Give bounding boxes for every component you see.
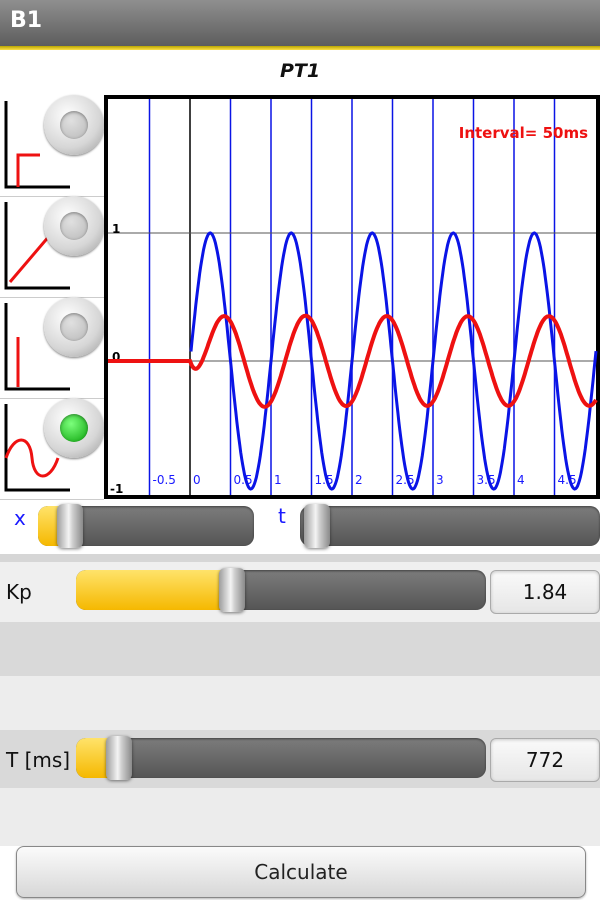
x-tick-label: 2.5 (396, 473, 415, 487)
t-ms-label: T [ms] (6, 748, 71, 772)
mode-sine[interactable] (0, 398, 104, 500)
y-tick-1: 1 (112, 222, 120, 236)
calculate-button[interactable]: Calculate (16, 846, 586, 898)
x-tick-label: 3 (436, 473, 444, 487)
mode-step[interactable] (0, 95, 104, 197)
response-plot: 1 0 -1 -0.5 0 0.5 1 1.5 2 2.5 3 3.5 4 4.5 Interval… (104, 95, 600, 499)
interval-label: Interval= 50ms (459, 124, 588, 142)
t-label: t (278, 504, 286, 528)
x-tick-label: 1.5 (315, 473, 334, 487)
mode-ramp[interactable] (0, 196, 104, 298)
input-mode-panel (0, 95, 104, 500)
xt-row: x t (0, 500, 600, 554)
y-tick-minus-1: -1 (110, 482, 123, 496)
empty-band-2 (0, 676, 600, 730)
kp-value-field[interactable]: 1.84 (490, 570, 600, 614)
mode-impulse[interactable] (0, 297, 104, 399)
title-bar: B1 (0, 0, 600, 46)
mode-ramp-radio[interactable] (44, 196, 104, 256)
divider (0, 554, 600, 562)
kp-label: Kp (6, 580, 32, 604)
kp-slider-fill (76, 570, 232, 610)
t-slider[interactable] (300, 504, 600, 548)
x-tick-label: 0 (193, 473, 201, 487)
mode-sine-radio[interactable] (44, 398, 104, 458)
x-tick-label: 4 (517, 473, 525, 487)
x-slider[interactable] (38, 504, 254, 548)
x-tick-label: 3.5 (477, 473, 496, 487)
x-slider-thumb[interactable] (57, 504, 83, 548)
window-title: B1 (10, 8, 43, 33)
empty-band-3 (0, 788, 600, 846)
t-slider-thumb[interactable] (304, 504, 330, 548)
x-tick-label: 4.5 (558, 473, 577, 487)
x-label: x (14, 506, 26, 530)
empty-band-1 (0, 622, 600, 676)
t-ms-row: T [ms] 772 (0, 730, 600, 788)
x-tick-label: -0.5 (153, 473, 176, 487)
kp-slider-thumb[interactable] (219, 568, 245, 612)
mode-impulse-radio[interactable] (44, 297, 104, 357)
x-tick-label: 2 (355, 473, 363, 487)
kp-slider[interactable] (76, 568, 486, 612)
title-accent-line (0, 46, 600, 50)
page-title: PT1 (279, 60, 321, 82)
t-ms-slider-thumb[interactable] (106, 736, 132, 780)
t-ms-slider[interactable] (76, 736, 486, 780)
t-ms-value-field[interactable]: 772 (490, 738, 600, 782)
kp-row: Kp 1.84 (0, 562, 600, 622)
mode-step-radio[interactable] (44, 95, 104, 155)
x-tick-label: 1 (274, 473, 282, 487)
x-tick-label: 0.5 (234, 473, 253, 487)
